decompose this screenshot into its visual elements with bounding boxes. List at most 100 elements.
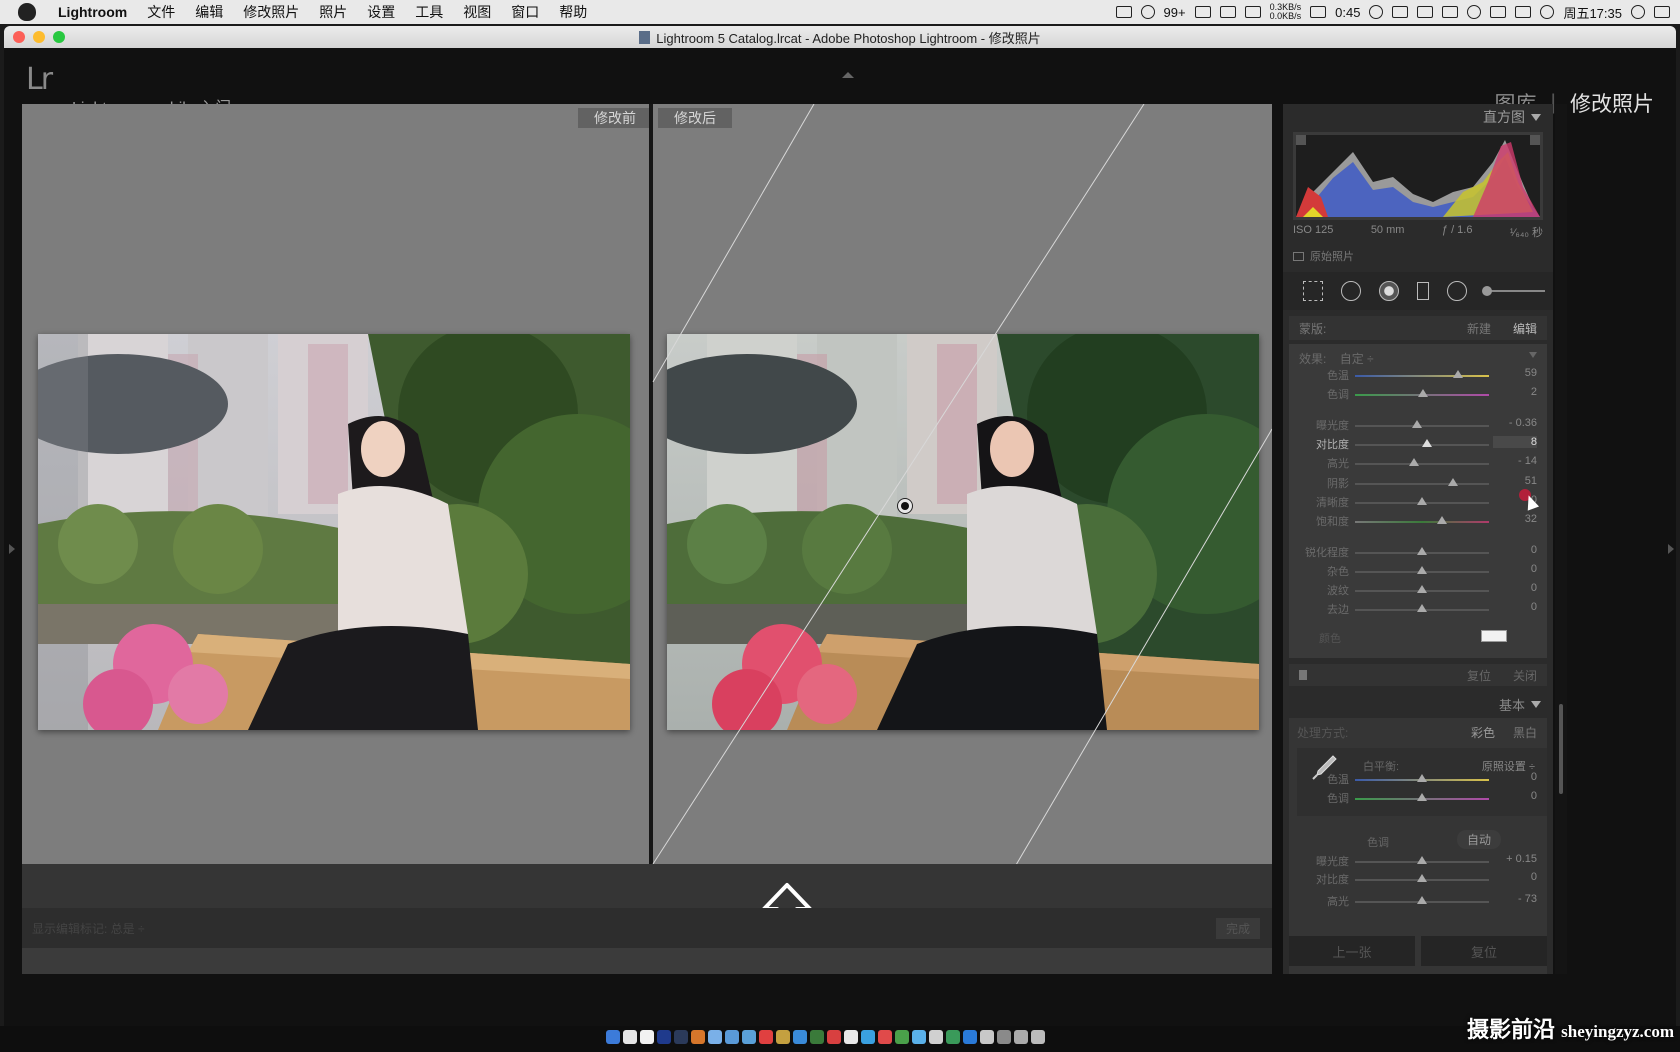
- module-develop[interactable]: 修改照片: [1570, 88, 1654, 118]
- slider-value[interactable]: 0: [1493, 563, 1537, 575]
- basic-slider-thumb[interactable]: [1417, 793, 1427, 801]
- minimize-button[interactable]: [33, 31, 45, 43]
- grid-icon[interactable]: [1392, 6, 1409, 18]
- basic-header[interactable]: 基本: [1283, 692, 1553, 716]
- slider-value[interactable]: 0: [1493, 601, 1537, 613]
- slider-value[interactable]: 2: [1493, 386, 1537, 398]
- dock-app-icon[interactable]: [861, 1030, 875, 1044]
- menu-settings[interactable]: 设置: [367, 2, 395, 22]
- basic-slider-thumb[interactable]: [1417, 874, 1427, 882]
- menu-photo[interactable]: 照片: [319, 2, 347, 22]
- slider-thumb[interactable]: [1408, 458, 1419, 466]
- slider-value[interactable]: 32: [1493, 513, 1537, 525]
- basic-slider-row[interactable]: 色温 0: [1289, 770, 1547, 788]
- wifi-icon[interactable]: [1467, 5, 1482, 19]
- slider-track[interactable]: [1355, 375, 1489, 377]
- slider-thumb[interactable]: [1447, 478, 1458, 486]
- menu-develop[interactable]: 修改照片: [243, 2, 299, 22]
- apple-icon[interactable]: [18, 3, 36, 21]
- zoom-button[interactable]: [53, 31, 65, 43]
- basic-slider-value[interactable]: - 73: [1493, 893, 1537, 905]
- color-swatch[interactable]: [1481, 630, 1507, 642]
- list-icon[interactable]: [1654, 6, 1670, 18]
- slider-value[interactable]: 8: [1493, 436, 1537, 448]
- slider-thumb[interactable]: [1453, 370, 1464, 378]
- dock-app-icon[interactable]: [844, 1030, 858, 1044]
- slider-value[interactable]: 51: [1493, 475, 1537, 487]
- slider-thumb[interactable]: [1411, 420, 1422, 428]
- slider-row[interactable]: 去边 0: [1289, 600, 1547, 618]
- histogram-header[interactable]: 直方图: [1283, 104, 1553, 130]
- dock-app-icon[interactable]: [929, 1030, 943, 1044]
- slider-track[interactable]: [1355, 463, 1489, 465]
- slider-row[interactable]: 阴影 51: [1289, 474, 1547, 492]
- input-method-icon[interactable]: [1442, 6, 1459, 18]
- previous-button[interactable]: 上一张: [1289, 936, 1415, 966]
- color-row[interactable]: 颜色: [1289, 628, 1547, 646]
- slider-row[interactable]: 清晰度 0: [1289, 493, 1547, 511]
- slider-value[interactable]: - 14: [1493, 455, 1537, 467]
- close-button[interactable]: [13, 31, 25, 43]
- dock-app-icon[interactable]: [623, 1030, 637, 1044]
- slider-track[interactable]: [1355, 425, 1489, 427]
- basic-slider-row[interactable]: 曝光度 + 0.15: [1289, 852, 1547, 870]
- brush-slider-icon[interactable]: [1482, 286, 1545, 296]
- menu-file[interactable]: 文件: [147, 2, 175, 22]
- left-panel-toggle-icon[interactable]: [9, 544, 15, 554]
- slider-value[interactable]: - 0.36: [1493, 417, 1537, 429]
- slider-thumb[interactable]: [1417, 497, 1427, 505]
- basic-slider-row[interactable]: 色调 0: [1289, 789, 1547, 807]
- slider-row[interactable]: 杂色 0: [1289, 562, 1547, 580]
- crop-tool-icon[interactable]: [1303, 281, 1323, 301]
- slider-thumb[interactable]: [1417, 547, 1427, 555]
- dock-app-icon[interactable]: [878, 1030, 892, 1044]
- radial-filter-icon[interactable]: [1447, 281, 1467, 301]
- mask-close-button[interactable]: 关闭: [1513, 667, 1537, 684]
- basic-slider-value[interactable]: + 0.15: [1493, 853, 1537, 865]
- right-panel-toggle-icon[interactable]: [1668, 544, 1674, 554]
- slider-value[interactable]: 59: [1493, 367, 1537, 379]
- mask-new-button[interactable]: 新建: [1467, 320, 1491, 337]
- dock-app-icon[interactable]: [657, 1030, 671, 1044]
- effect-preset-select[interactable]: 自定 ÷: [1340, 352, 1374, 366]
- menu-help[interactable]: 帮助: [559, 2, 587, 22]
- dock-app-icon[interactable]: [895, 1030, 909, 1044]
- dock-app-icon[interactable]: [674, 1030, 688, 1044]
- dock-app-icon[interactable]: [963, 1030, 977, 1044]
- gradient-pin-icon[interactable]: [897, 498, 913, 514]
- slider-row[interactable]: 曝光度 - 0.36: [1289, 416, 1547, 434]
- dock-app-icon[interactable]: [640, 1030, 654, 1044]
- reset-button[interactable]: 复位: [1421, 936, 1547, 966]
- dock-app-icon[interactable]: [759, 1030, 773, 1044]
- mask-reset-button[interactable]: 复位: [1467, 667, 1491, 684]
- show-edit-pins-label[interactable]: 显示编辑标记: 总是 ÷: [32, 920, 145, 937]
- slider-value[interactable]: 0: [1493, 544, 1537, 556]
- scroll-thumb[interactable]: [1559, 704, 1563, 794]
- evernote-icon[interactable]: [1369, 5, 1384, 19]
- effect-row[interactable]: 效果: 自定 ÷: [1299, 350, 1374, 367]
- dock-app-icon[interactable]: [997, 1030, 1011, 1044]
- slider-row[interactable]: 饱和度 32: [1289, 512, 1547, 530]
- airplay-icon[interactable]: [1490, 6, 1507, 18]
- battery-icon[interactable]: [1310, 6, 1327, 18]
- basic-slider-value[interactable]: 0: [1493, 790, 1537, 802]
- memory-icon[interactable]: [1219, 6, 1236, 18]
- volume-icon[interactable]: [1515, 6, 1532, 18]
- done-button[interactable]: 完成: [1215, 918, 1260, 939]
- slider-track[interactable]: [1355, 521, 1489, 523]
- display-icon[interactable]: [1417, 6, 1434, 18]
- clock[interactable]: 周五17:35: [1563, 3, 1622, 22]
- tone-auto-button[interactable]: 自动: [1457, 830, 1502, 849]
- dock-app-icon[interactable]: [793, 1030, 807, 1044]
- menu-tools[interactable]: 工具: [415, 2, 443, 22]
- slider-row[interactable]: 色温 59: [1289, 366, 1547, 384]
- camera-icon[interactable]: [1115, 6, 1132, 18]
- sogou-icon[interactable]: [1540, 5, 1555, 19]
- dock-app-icon[interactable]: [606, 1030, 620, 1044]
- effect-collapse-icon[interactable]: [1529, 352, 1537, 358]
- cpu-icon[interactable]: [1244, 6, 1261, 18]
- menu-app-name[interactable]: Lightroom: [58, 4, 127, 20]
- right-panel-scrollbar[interactable]: [1555, 104, 1567, 974]
- treatment-color[interactable]: 彩色: [1471, 724, 1495, 741]
- gradient-line-center[interactable]: [652, 104, 1145, 865]
